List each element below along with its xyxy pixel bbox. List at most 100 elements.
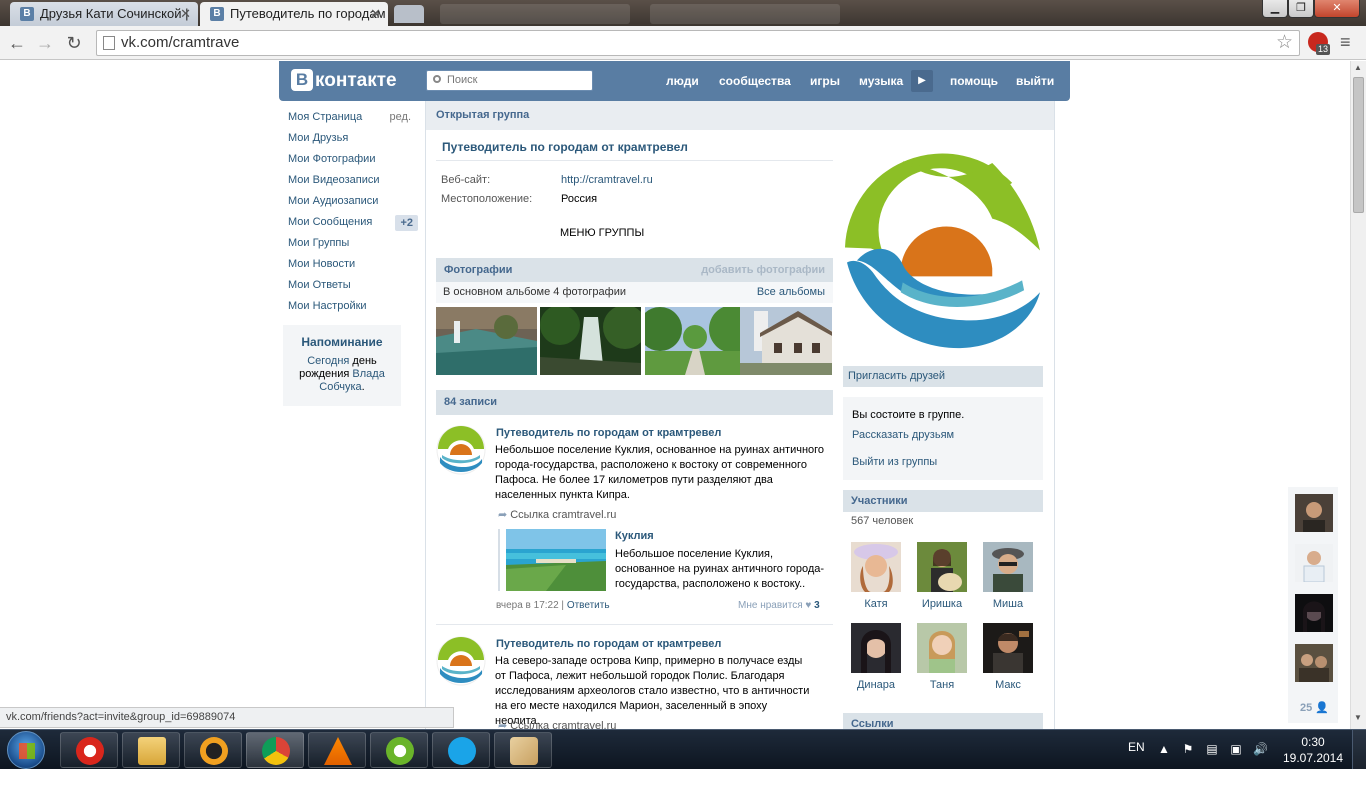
reload-icon[interactable]: ↻	[63, 32, 85, 54]
taskbar-paint[interactable]	[494, 732, 552, 768]
menu-label[interactable]: Моя Страница	[288, 111, 362, 123]
menu-my-friends[interactable]: Мои Друзья	[288, 128, 418, 149]
website-link[interactable]: http://cramtravel.ru	[561, 174, 653, 186]
edit-link[interactable]: ред.	[390, 107, 411, 128]
page-scrollbar[interactable]: ▲ ▼	[1350, 61, 1366, 729]
network-icon[interactable]: ▣	[1229, 742, 1243, 756]
taskbar-opera[interactable]	[60, 732, 118, 768]
new-tab-button[interactable]	[394, 5, 424, 23]
menu-my-messages[interactable]: Мои Сообщения +2	[288, 212, 418, 233]
post-author-link[interactable]: Путеводитель по городам от крамтревел	[496, 638, 721, 650]
flag-icon[interactable]: ⚑	[1181, 742, 1195, 756]
taskbar-chrome[interactable]	[246, 732, 304, 768]
member-maks[interactable]: Макс	[982, 623, 1034, 691]
vk-logo[interactable]: Вконтакте	[291, 69, 397, 93]
reminder-today-link[interactable]: Сегодня	[307, 355, 349, 367]
scrollbar-thumb[interactable]	[1353, 77, 1364, 213]
post-link[interactable]: ➦ Ссылка cramtravel.ru	[498, 719, 616, 729]
members-header[interactable]: Участники	[843, 490, 1043, 512]
member-name[interactable]: Катя	[850, 598, 902, 610]
photo-waterfall-green[interactable]	[540, 307, 641, 375]
nav-logout[interactable]: выйти	[1016, 61, 1054, 101]
tell-friends-link[interactable]: Рассказать друзьям	[852, 429, 954, 441]
photos-title[interactable]: Фотографии	[444, 264, 512, 276]
post-link-label[interactable]: Ссылка cramtravel.ru	[510, 720, 616, 729]
taskbar-vlc[interactable]	[308, 732, 366, 768]
group-logo-image[interactable]	[843, 153, 1042, 352]
back-arrow-icon[interactable]: ←	[6, 32, 28, 54]
members-count[interactable]: 567 человек	[851, 515, 913, 527]
show-desktop-button[interactable]	[1352, 730, 1366, 770]
post-avatar[interactable]	[436, 425, 486, 475]
search-input[interactable]: Поиск	[426, 70, 593, 91]
taskbar-explorer[interactable]	[122, 732, 180, 768]
member-avatar[interactable]	[983, 623, 1033, 673]
member-tanya[interactable]: Таня	[916, 623, 968, 691]
close-tab-icon[interactable]: ✕	[370, 2, 381, 26]
member-avatar[interactable]	[917, 542, 967, 592]
close-tab-icon[interactable]: ✕	[180, 2, 191, 26]
online-count[interactable]: 25 👤	[1300, 701, 1329, 714]
menu-my-settings[interactable]: Мои Настройки	[288, 296, 418, 317]
menu-my-page[interactable]: Моя Страница ред.	[288, 107, 418, 128]
links-header[interactable]: Ссылки	[843, 713, 1043, 729]
scroll-up-icon[interactable]: ▲	[1354, 63, 1362, 72]
member-avatar[interactable]	[851, 542, 901, 592]
post-author-link[interactable]: Путеводитель по городам от крамтревел	[496, 427, 721, 439]
post-link-label[interactable]: Ссылка cramtravel.ru	[510, 509, 616, 521]
volume-icon[interactable]: 🔊	[1253, 742, 1268, 756]
reply-link[interactable]: Ответить	[567, 600, 610, 611]
member-name[interactable]: Таня	[916, 679, 968, 691]
member-name[interactable]: Динара	[850, 679, 902, 691]
language-indicator[interactable]: EN	[1128, 740, 1145, 754]
member-katya[interactable]: Катя	[850, 542, 902, 610]
taskbar-clock[interactable]: 0:30 19.07.2014	[1280, 734, 1346, 766]
member-avatar[interactable]	[983, 542, 1033, 592]
member-irishka[interactable]: Иришка	[916, 542, 968, 610]
start-button[interactable]	[7, 731, 45, 769]
member-avatar[interactable]	[851, 623, 901, 673]
play-icon[interactable]: ▶	[911, 70, 933, 92]
address-url[interactable]: vk.com/cramtrave	[121, 31, 239, 55]
online-friend-avatar[interactable]	[1295, 644, 1333, 682]
menu-my-audio[interactable]: Мои Аудиозаписи	[288, 191, 418, 212]
menu-my-groups[interactable]: Мои Группы	[288, 233, 418, 254]
member-misha[interactable]: Миша	[982, 542, 1034, 610]
photo-park-alley[interactable]	[645, 307, 746, 375]
member-avatar[interactable]	[917, 623, 967, 673]
member-name[interactable]: Иришка	[916, 598, 968, 610]
menu-label[interactable]: Мои Сообщения	[288, 216, 372, 228]
taskbar-aimp[interactable]	[184, 732, 242, 768]
bookmark-star-icon[interactable]: ☆	[1276, 32, 1293, 54]
nav-help[interactable]: помощь	[950, 61, 998, 101]
posts-count[interactable]: 84 записи	[444, 396, 497, 408]
online-friend-avatar[interactable]	[1295, 544, 1333, 582]
nav-people[interactable]: люди	[666, 61, 699, 101]
leave-group-link[interactable]: Выйти из группы	[852, 456, 937, 468]
taskbar-utorrent[interactable]	[370, 732, 428, 768]
photo-old-house[interactable]	[740, 307, 832, 375]
menu-my-videos[interactable]: Мои Видеозаписи	[288, 170, 418, 191]
post-avatar[interactable]	[436, 636, 486, 686]
device-icon[interactable]: ▤	[1205, 742, 1219, 756]
photo-waterfall-stream[interactable]	[436, 307, 537, 375]
maximize-button[interactable]: ❐	[1288, 0, 1314, 18]
minimize-button[interactable]: ▁	[1262, 0, 1288, 18]
menu-my-photos[interactable]: Мои Фотографии	[288, 149, 418, 170]
messages-badge[interactable]: +2	[395, 215, 418, 231]
nav-communities[interactable]: сообщества	[719, 61, 791, 101]
menu-my-answers[interactable]: Мои Ответы	[288, 275, 418, 296]
scroll-down-icon[interactable]: ▼	[1354, 713, 1362, 722]
address-bar[interactable]: vk.com/cramtrave ☆	[96, 30, 1300, 56]
snippet-image-beach[interactable]	[506, 529, 606, 591]
member-name[interactable]: Миша	[982, 598, 1034, 610]
online-count-value[interactable]: 25	[1300, 702, 1312, 714]
like-label[interactable]: Мне нравится	[738, 600, 803, 611]
online-friend-avatar[interactable]	[1295, 594, 1333, 632]
post-link[interactable]: ➦ Ссылка cramtravel.ru	[498, 508, 616, 521]
menu-my-news[interactable]: Мои Новости	[288, 254, 418, 275]
nav-games[interactable]: игры	[810, 61, 840, 101]
member-name[interactable]: Макс	[982, 679, 1034, 691]
snippet-title-link[interactable]: Куклия	[615, 530, 654, 542]
tray-expand-icon[interactable]: ▲	[1157, 742, 1171, 756]
